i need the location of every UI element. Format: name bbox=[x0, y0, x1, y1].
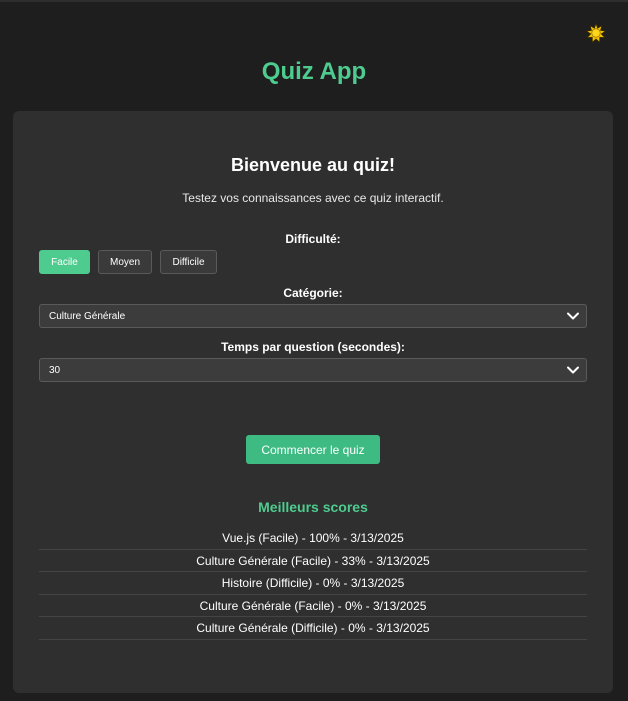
theme-toggle-button[interactable] bbox=[585, 22, 607, 44]
difficulty-hard-button[interactable]: Difficile bbox=[160, 250, 217, 274]
score-item: Culture Générale (Difficile) - 0% - 3/13… bbox=[39, 617, 587, 640]
chevron-down-icon bbox=[567, 312, 579, 320]
welcome-text: Testez vos connaissances avec ce quiz in… bbox=[182, 191, 444, 205]
score-item: Culture Générale (Facile) - 33% - 3/13/2… bbox=[39, 550, 587, 572]
quiz-setup-card: Bienvenue au quiz! Testez vos connaissan… bbox=[13, 111, 613, 693]
high-scores-list: Vue.js (Facile) - 100% - 3/13/2025 Cultu… bbox=[39, 527, 587, 640]
sun-icon bbox=[586, 23, 606, 43]
category-label: Catégorie: bbox=[283, 286, 343, 300]
time-select-value: 30 bbox=[49, 364, 61, 376]
difficulty-easy-button[interactable]: Facile bbox=[39, 250, 90, 274]
score-item: Histoire (Difficile) - 0% - 3/13/2025 bbox=[39, 572, 587, 595]
quiz-page: Quiz App Bienvenue au quiz! Testez vos c… bbox=[0, 0, 628, 701]
time-select[interactable]: 30 bbox=[39, 358, 587, 382]
chevron-down-icon bbox=[567, 366, 579, 374]
time-label: Temps par question (secondes): bbox=[221, 340, 405, 354]
category-select-value: Culture Générale bbox=[49, 310, 126, 322]
difficulty-selector: Facile Moyen Difficile bbox=[39, 250, 217, 274]
score-item: Culture Générale (Facile) - 0% - 3/13/20… bbox=[39, 595, 587, 617]
score-item: Vue.js (Facile) - 100% - 3/13/2025 bbox=[39, 527, 587, 550]
category-select[interactable]: Culture Générale bbox=[39, 304, 587, 328]
difficulty-label: Difficulté: bbox=[285, 232, 341, 246]
difficulty-medium-button[interactable]: Moyen bbox=[98, 250, 152, 274]
welcome-title: Bienvenue au quiz! bbox=[230, 155, 396, 175]
start-quiz-button[interactable]: Commencer le quiz bbox=[246, 435, 380, 464]
app-title: Quiz App bbox=[261, 58, 367, 85]
high-scores-title: Meilleurs scores bbox=[258, 499, 368, 515]
